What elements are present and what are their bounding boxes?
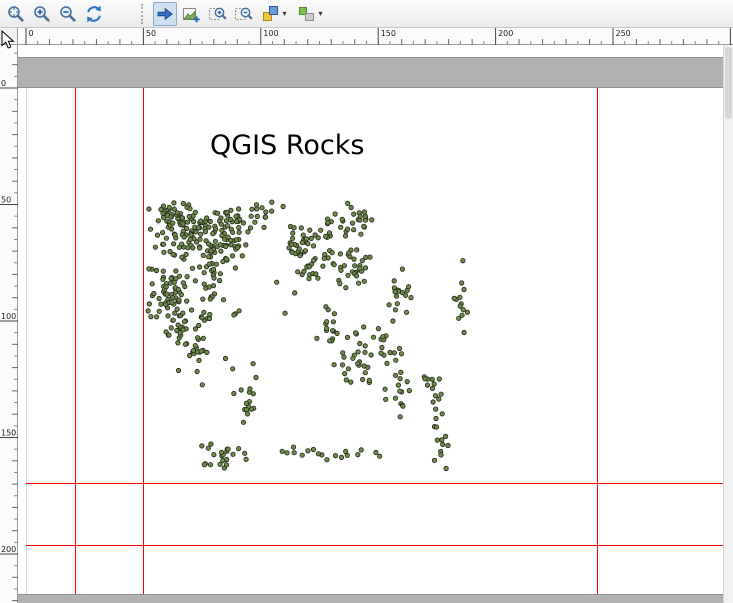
move-item-content-button[interactable] [179, 2, 203, 26]
svg-text:150: 150 [1, 429, 16, 438]
select-move-item-button[interactable] [153, 2, 177, 26]
guide-line-horizontal[interactable] [26, 483, 723, 484]
toolbar-grip[interactable] [141, 4, 148, 24]
zoom-full-icon [6, 4, 26, 24]
toolbar-spacer [107, 2, 139, 26]
qgis-composer-window: ▾▾ 050100150200250 050100150200 QGIS Roc… [0, 0, 733, 603]
zoom-full-button[interactable] [4, 2, 28, 26]
align-items-button[interactable]: ▾ [293, 2, 327, 26]
vertical-scrollbar-thumb[interactable] [725, 47, 732, 119]
zoom-out-button[interactable] [56, 2, 80, 26]
guide-line-vertical[interactable] [143, 88, 144, 594]
zoom-item-content-button[interactable] [205, 2, 229, 26]
svg-text:50: 50 [1, 196, 11, 205]
vertical-ruler[interactable]: 0 50 100 150 200 [0, 45, 18, 603]
zoom-item-full-button[interactable] [231, 2, 255, 26]
map-item[interactable] [18, 45, 723, 603]
zoom-out-icon [58, 4, 78, 24]
dropdown-arrow-icon[interactable]: ▾ [282, 9, 286, 18]
guide-line-vertical[interactable] [597, 88, 598, 594]
composer-label-item[interactable]: QGIS Rocks [210, 130, 364, 161]
raise-items-button[interactable]: ▾ [257, 2, 291, 26]
mouse-cursor-icon [1, 30, 15, 53]
composer-canvas[interactable]: QGIS Rocks [18, 45, 723, 603]
raise-icon [261, 4, 281, 24]
svg-text:250: 250 [616, 29, 631, 38]
svg-text:100: 100 [1, 312, 16, 321]
point-layer [146, 200, 470, 471]
guide-line-horizontal[interactable] [26, 545, 723, 546]
move-content-icon [181, 4, 201, 24]
zoom-item-icon [207, 4, 227, 24]
svg-text:100: 100 [263, 29, 278, 38]
refresh-icon [84, 4, 104, 24]
svg-text:50: 50 [146, 29, 156, 38]
toolbar: ▾▾ [0, 0, 733, 28]
dropdown-arrow-icon[interactable]: ▾ [318, 9, 322, 18]
svg-text:0: 0 [1, 79, 6, 88]
zoom-item-full-icon [233, 4, 253, 24]
align-icon [297, 4, 317, 24]
refresh-button[interactable] [82, 2, 106, 26]
select-arrow-icon [155, 4, 175, 24]
vertical-scrollbar[interactable] [723, 45, 733, 603]
svg-text:200: 200 [1, 545, 16, 554]
svg-text:200: 200 [498, 29, 513, 38]
svg-text:150: 150 [381, 29, 396, 38]
guide-line-vertical[interactable] [75, 88, 76, 594]
svg-text:0: 0 [29, 29, 34, 38]
zoom-in-icon [32, 4, 52, 24]
zoom-in-button[interactable] [30, 2, 54, 26]
horizontal-ruler[interactable]: 0 50 100 150 200 250 [18, 28, 733, 45]
